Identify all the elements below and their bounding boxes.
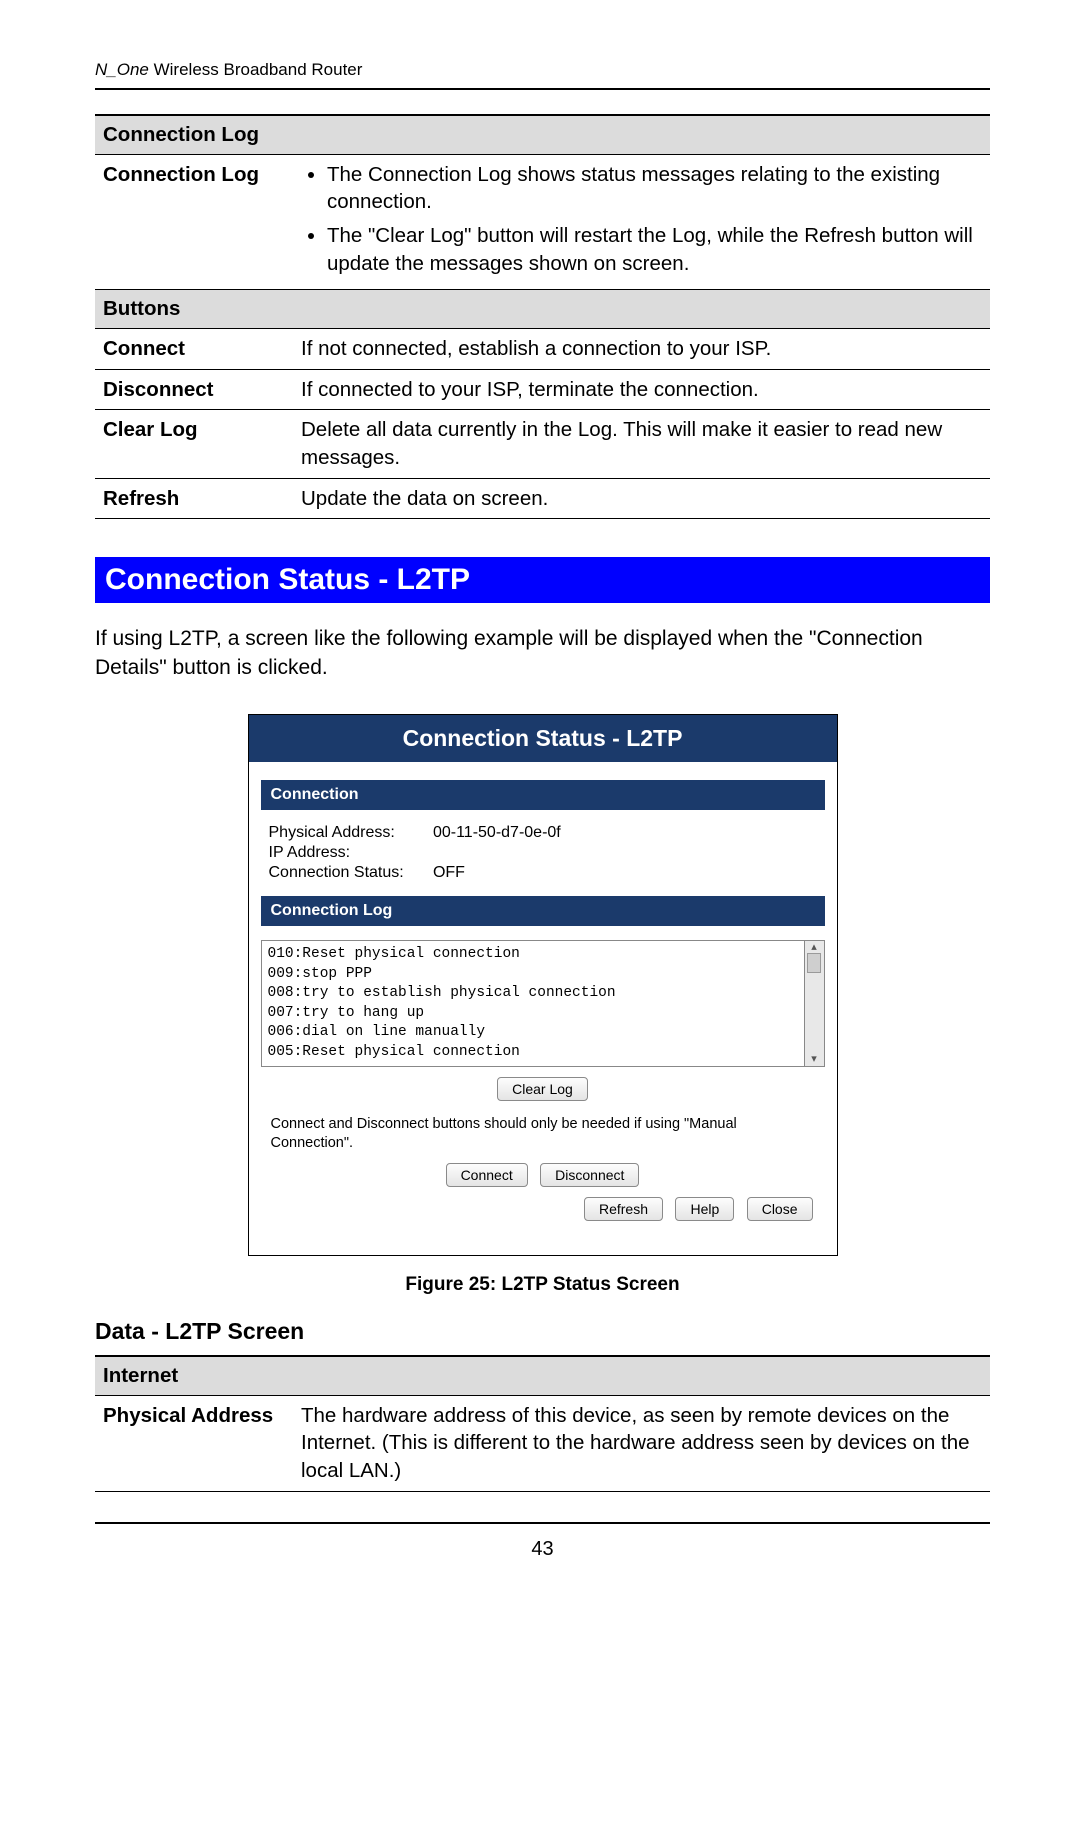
field-label: Physical Address:	[269, 824, 429, 842]
row-label: Clear Log	[95, 410, 293, 478]
row-content: The hardware address of this device, as …	[293, 1395, 990, 1491]
close-button[interactable]: Close	[747, 1197, 813, 1221]
page-number: 43	[95, 1538, 990, 1561]
figure-caption: Figure 25: L2TP Status Screen	[95, 1274, 990, 1296]
l2tp-data-table: Internet Physical Address The hardware a…	[95, 1355, 990, 1492]
row-content: The Connection Log shows status messages…	[293, 154, 990, 290]
field-ip-address: IP Address:	[269, 844, 817, 862]
l2tp-status-screenshot: Connection Status - L2TP Connection Phys…	[248, 714, 838, 1256]
header-product-name: N_One	[95, 60, 149, 79]
intro-paragraph: If using L2TP, a screen like the followi…	[95, 625, 990, 682]
bullet: The Connection Log shows status messages…	[327, 161, 980, 216]
row-label: Refresh	[95, 478, 293, 519]
log-textarea[interactable]: 010:Reset physical connection 009:stop P…	[261, 940, 805, 1067]
section-heading: Buttons	[95, 290, 990, 329]
page: N_One Wireless Broadband Router Connecti…	[0, 0, 1080, 1601]
connect-button[interactable]: Connect	[446, 1163, 528, 1187]
field-connection-status: Connection Status: OFF	[269, 864, 817, 882]
field-label: Connection Status:	[269, 864, 429, 882]
row-content: If not connected, establish a connection…	[293, 329, 990, 370]
running-header: N_One Wireless Broadband Router	[95, 60, 990, 80]
disconnect-button[interactable]: Disconnect	[540, 1163, 639, 1187]
note-text: Connect and Disconnect buttons should on…	[271, 1115, 815, 1153]
field-label: IP Address:	[269, 844, 429, 862]
field-value: OFF	[433, 864, 465, 881]
section-title: Connection Status - L2TP	[95, 557, 990, 603]
log-scrollbar[interactable]: ▴ ▾	[805, 940, 825, 1067]
header-product-desc: Wireless Broadband Router	[149, 60, 363, 79]
scroll-down-icon[interactable]: ▾	[811, 1054, 817, 1065]
footer-rule	[95, 1522, 990, 1524]
connection-log-table: Connection Log Connection Log The Connec…	[95, 114, 990, 519]
row-content: Update the data on screen.	[293, 478, 990, 519]
window-title: Connection Status - L2TP	[249, 715, 837, 762]
section-bar-log: Connection Log	[261, 896, 825, 926]
help-button[interactable]: Help	[675, 1197, 734, 1221]
field-value: 00-11-50-d7-0e-0f	[433, 824, 561, 841]
section-heading: Connection Log	[95, 115, 990, 154]
log-area: 010:Reset physical connection 009:stop P…	[261, 940, 825, 1067]
section-bar-connection: Connection	[261, 780, 825, 810]
row-content: If connected to your ISP, terminate the …	[293, 369, 990, 410]
field-physical-address: Physical Address: 00-11-50-d7-0e-0f	[269, 824, 817, 842]
row-label: Connection Log	[95, 154, 293, 290]
figure-wrapper: Connection Status - L2TP Connection Phys…	[95, 714, 990, 1256]
row-label: Disconnect	[95, 369, 293, 410]
bullet: The "Clear Log" button will restart the …	[327, 222, 980, 277]
scroll-thumb[interactable]	[807, 953, 821, 973]
refresh-button[interactable]: Refresh	[584, 1197, 663, 1221]
row-label: Connect	[95, 329, 293, 370]
clear-log-button[interactable]: Clear Log	[497, 1077, 588, 1101]
section-heading: Internet	[95, 1356, 990, 1395]
header-rule	[95, 88, 990, 90]
row-content: Delete all data currently in the Log. Th…	[293, 410, 990, 478]
data-heading: Data - L2TP Screen	[95, 1318, 990, 1345]
scroll-up-icon[interactable]: ▴	[811, 942, 817, 953]
row-label: Physical Address	[95, 1395, 293, 1491]
